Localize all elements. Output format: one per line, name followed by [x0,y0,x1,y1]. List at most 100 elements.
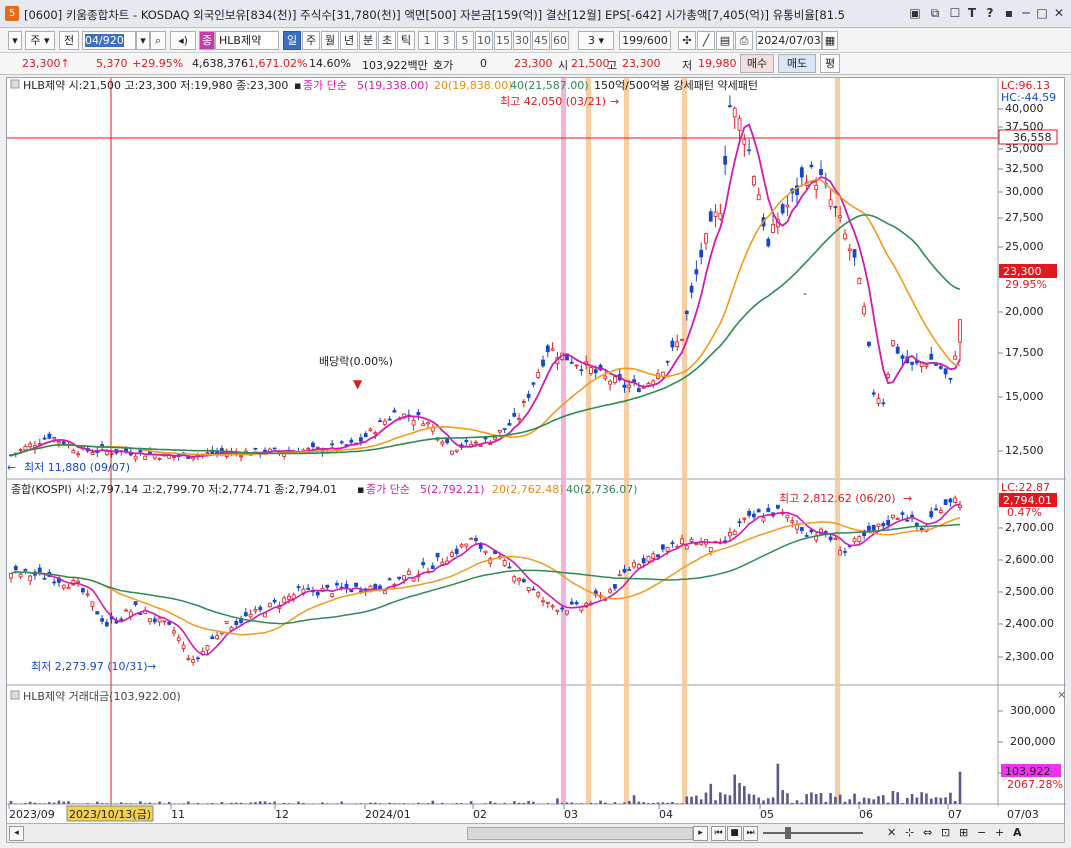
volume-bar-171 [829,793,832,804]
chart-svg[interactable]: 40,00037,50035,00032,50030,00027,50025,0… [7,78,1066,825]
date-input[interactable]: 04/920 [82,31,136,50]
kospi-candle-186 [900,512,905,515]
sound-icon[interactable]: ◂) [170,31,196,50]
price-candle-80 [392,410,397,413]
grid-icon[interactable]: ⊞ [959,826,968,839]
search-icon[interactable]: ⌕ [150,31,166,50]
close-icon[interactable]: ✕ [1050,5,1068,22]
scroll-right-icon[interactable]: ▸ [693,826,708,841]
fit-icon[interactable]: ⊡ [941,826,950,839]
panel3-close-icon[interactable]: × [1057,688,1066,701]
period-tab-3[interactable]: 년 [340,31,358,50]
period-tab-2[interactable]: 월 [321,31,339,50]
high-annotation: 최고 42,050 (03/21) [500,95,606,108]
panel1-ma5: 5(19,338.00) [357,79,429,92]
quote-change-pct: +29.95% [132,57,184,70]
maximize-icon[interactable]: □ [1033,5,1051,22]
price-candle-8 [47,433,52,439]
custom-interval-select[interactable]: 3 ▾ [578,31,614,50]
end-date-input[interactable]: 2024/07/03 [756,31,822,50]
date-dropdown-icon[interactable]: ▾ [136,31,150,50]
price-candle-26 [133,455,138,460]
save-icon[interactable]: ▤ [716,31,734,50]
volume-bar-51 [254,802,257,804]
kospi-candle-54 [267,602,272,608]
first-page-icon[interactable]: ⏮ [711,826,726,841]
price-candle-84 [411,419,416,426]
zoom-minus-icon[interactable]: − [977,826,986,839]
volume-bar-6 [38,803,42,804]
interval-button-60[interactable]: 60 [551,31,569,50]
chart-area[interactable]: 40,000 37,500 35,000 32,500 30,000 27,500 25,0… [6,77,1066,825]
price-candle-13 [71,450,76,454]
zoom-slider-thumb[interactable] [785,827,791,839]
line-tool-icon[interactable]: ╱ [697,31,715,50]
crosshair-icon[interactable]: ✣ [678,31,696,50]
kospi-candle-193 [934,508,938,511]
kospi-candle-158 [766,508,771,512]
menu-toggle-icon[interactable]: ▾ [8,31,22,50]
period-type-select[interactable]: 주 ▾ [25,31,55,50]
help-icon[interactable]: ? [981,5,999,22]
quote-amount: 103,922백만 [362,59,428,72]
copy-icon[interactable]: ⧉ [926,5,944,22]
kospi-candle-58 [287,595,291,600]
reset-icon[interactable]: ⊹ [905,826,914,839]
text-tool-icon[interactable]: T [963,5,981,22]
kospi-candle-109 [531,588,536,591]
price-candle-151 [732,107,737,118]
dash-marker: - [803,287,807,300]
period-tab-6[interactable]: 틱 [397,31,415,50]
scroll-thumb[interactable] [467,827,693,840]
interval-button-15[interactable]: 15 [494,31,512,50]
interval-button-30[interactable]: 30 [513,31,531,50]
sell-button[interactable]: 매도 [778,54,816,73]
stock-name-input[interactable]: HLB제약 [215,31,279,50]
flat-button[interactable]: 평 [820,54,840,73]
price-candle-198 [958,319,962,343]
scroll-left-icon[interactable]: ◂ [9,826,24,841]
zoom-out-icon[interactable]: ✕ [887,826,896,839]
interval-button-5[interactable]: 5 [456,31,474,50]
zoom-plus-icon[interactable]: + [995,826,1004,839]
period-tab-5[interactable]: 초 [378,31,396,50]
volume-bar-181 [877,796,880,804]
settings-icon[interactable]: ☐ [946,5,964,22]
kospi-candle-35 [176,637,181,641]
font-size-icon[interactable]: A [1013,826,1022,839]
volume-bar-10 [57,800,61,804]
interval-button-3[interactable]: 3 [437,31,455,50]
restore-layout-icon[interactable]: ▣ [906,5,924,22]
buy-button[interactable]: 매수 [740,54,774,73]
interval-button-1[interactable]: 1 [418,31,436,50]
zoom-slider-track[interactable] [763,832,863,834]
compare-icon[interactable]: ⇔ [923,826,932,839]
stop-icon[interactable]: ■ [727,826,742,841]
panel3-toggle-icon[interactable] [10,690,20,700]
prev-button[interactable]: 전 [59,31,79,50]
interval-button-45[interactable]: 45 [532,31,550,50]
volume-bar-63 [311,803,315,804]
volume-bar-119 [580,803,583,804]
calendar-icon[interactable]: ▦ [822,31,838,50]
price-tick-label-9: 15,000 [1005,390,1044,403]
volume-bar-52 [258,801,262,804]
price-candle-148 [718,213,723,220]
volume-bar-23 [119,802,123,804]
print-icon[interactable]: ⎙ [735,31,753,50]
kospi-candle-14 [76,580,81,583]
kospi-candle-1 [13,565,18,571]
pin-icon[interactable]: ▪ [1000,5,1018,22]
period-tab-4[interactable]: 분 [359,31,377,50]
stock-badge: 종 [199,31,215,50]
interval-button-10[interactable]: 10 [475,31,493,50]
count-input[interactable]: 199/600 [619,31,671,50]
period-tab-0[interactable]: 일 [283,31,301,50]
period-tab-1[interactable]: 주 [302,31,320,50]
last-page-icon[interactable]: ⏭ [743,826,758,841]
volume-bar-176 [853,793,856,804]
volume-bar-48 [239,802,243,804]
panel1-toggle-icon[interactable] [10,79,20,89]
volume-bar-128 [623,802,626,804]
price-candle-91 [445,438,450,444]
